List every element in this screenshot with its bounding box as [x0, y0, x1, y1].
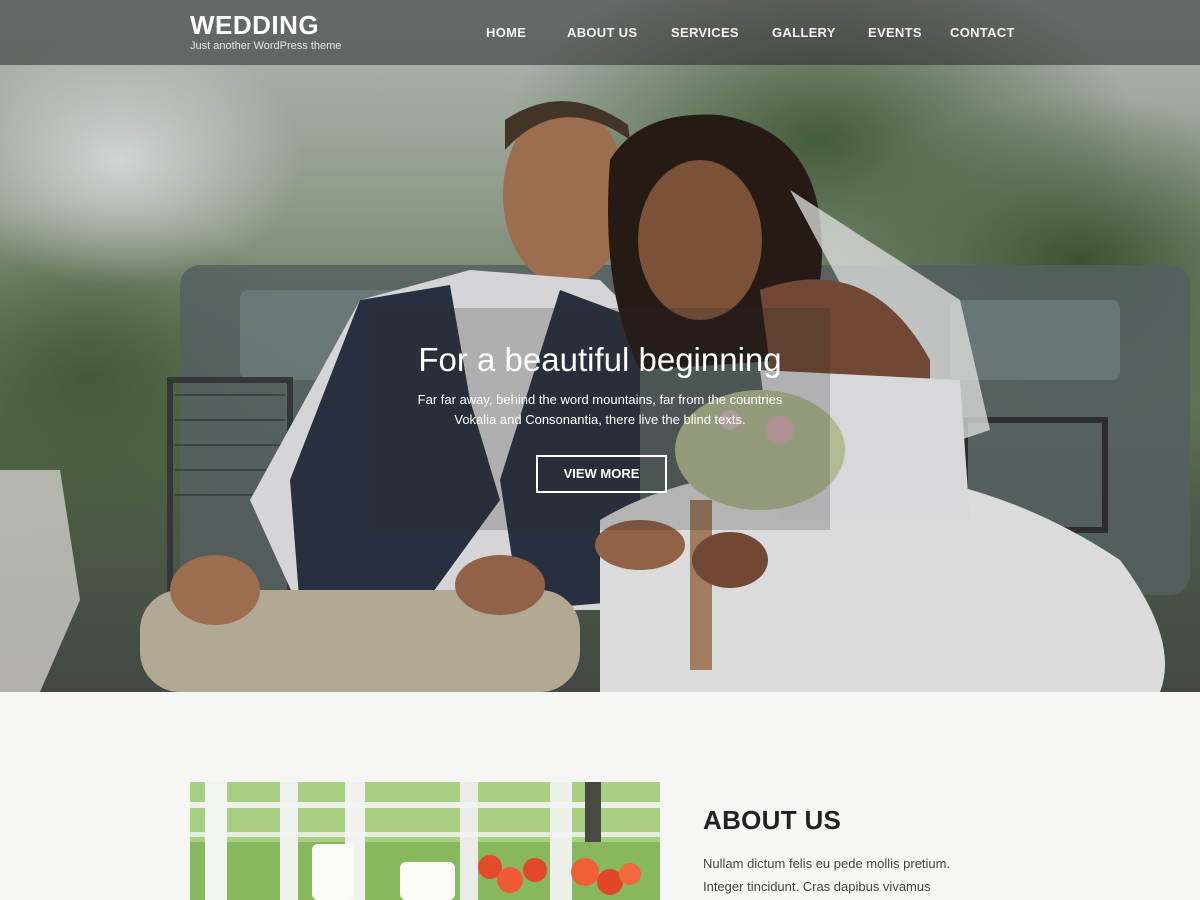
nav-item-home[interactable]: HOME [486, 25, 526, 40]
hero-description: Far far away, behind the word mountains,… [415, 390, 785, 430]
about-section: ABOUT US Nullam dictum felis eu pede mol… [0, 692, 1200, 900]
main-nav: HOME ABOUT US SERVICES GALLERY EVENTS CO… [470, 0, 1030, 65]
hero-caption: For a beautiful beginning Far far away, … [370, 308, 830, 530]
hero-description-line-1: Far far away, behind the word mountains,… [417, 392, 783, 407]
nav-item-gallery[interactable]: GALLERY [772, 25, 836, 40]
view-more-button[interactable]: VIEW MORE [536, 455, 667, 493]
site-title[interactable]: WEDDING [190, 11, 341, 39]
nav-item-services[interactable]: SERVICES [671, 25, 739, 40]
about-text-line-1: Nullam dictum felis eu pede mollis preti… [703, 856, 951, 871]
about-text: Nullam dictum felis eu pede mollis preti… [703, 852, 973, 898]
hero-description-line-2: Vokalia and Consonantia, there live the … [454, 412, 746, 427]
about-photo-ceremony [190, 782, 660, 900]
nav-item-events[interactable]: EVENTS [868, 25, 922, 40]
nav-item-about-us[interactable]: ABOUT US [567, 25, 637, 40]
nav-item-contact[interactable]: CONTACT [950, 25, 1015, 40]
about-image [190, 782, 660, 900]
hero-title: For a beautiful beginning [418, 341, 782, 378]
site-header: WEDDING Just another WordPress theme HOM… [0, 0, 1200, 65]
site-brand[interactable]: WEDDING Just another WordPress theme [190, 11, 341, 53]
site-tagline: Just another WordPress theme [190, 40, 342, 52]
about-title: ABOUT US [703, 805, 842, 835]
about-text-line-2: Integer tincidunt. Cras dapibus vivamus [703, 879, 931, 894]
